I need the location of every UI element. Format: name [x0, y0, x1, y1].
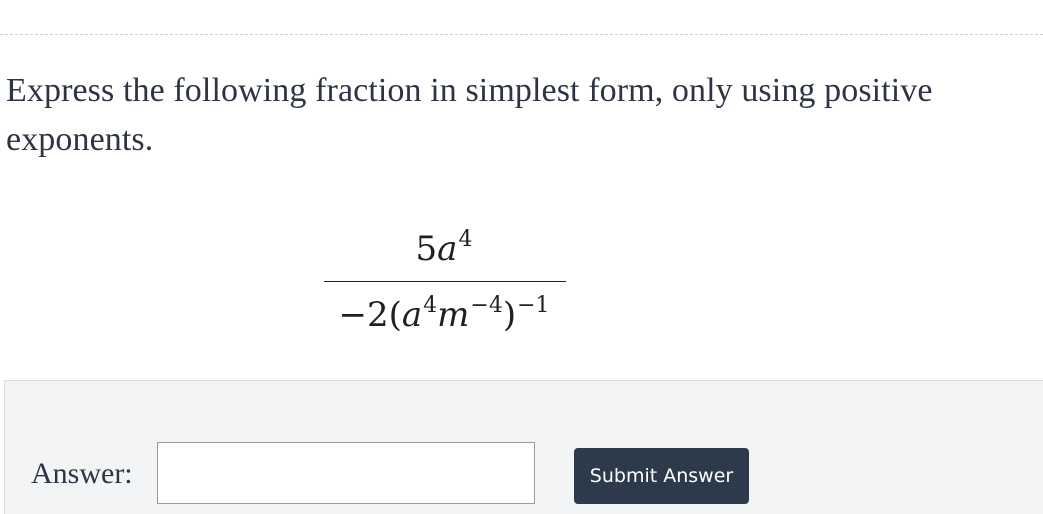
denominator-variable-a: a	[401, 295, 423, 335]
denominator-suffix: )	[502, 295, 517, 335]
answer-input[interactable]	[157, 442, 535, 504]
fraction-bar	[324, 281, 566, 282]
fraction: 5a4 −2(a4m−4)−1	[322, 215, 566, 345]
numerator-coefficient: 5	[415, 229, 438, 269]
top-divider	[0, 34, 1043, 35]
answer-panel: Answer: Submit Answer	[4, 380, 1043, 514]
denominator-exponent-m: −4	[470, 293, 503, 318]
submit-answer-button[interactable]: Submit Answer	[574, 448, 749, 504]
page: Express the following fraction in simple…	[0, 0, 1043, 514]
numerator-variable: a	[437, 229, 458, 269]
question-text: Express the following fraction in simple…	[6, 72, 933, 158]
denominator-variable-m: m	[437, 295, 470, 335]
fraction-numerator: 5a4	[322, 225, 566, 278]
denominator-exponent-a: 4	[423, 293, 438, 318]
denominator-outer-exponent: −1	[517, 293, 550, 318]
math-expression: 5a4 −2(a4m−4)−1	[0, 215, 1043, 345]
fraction-denominator: −2(a4m−4)−1	[322, 291, 566, 344]
denominator-prefix: −2(	[338, 295, 402, 335]
answer-label: Answer:	[31, 457, 133, 490]
numerator-exponent: 4	[458, 227, 473, 252]
